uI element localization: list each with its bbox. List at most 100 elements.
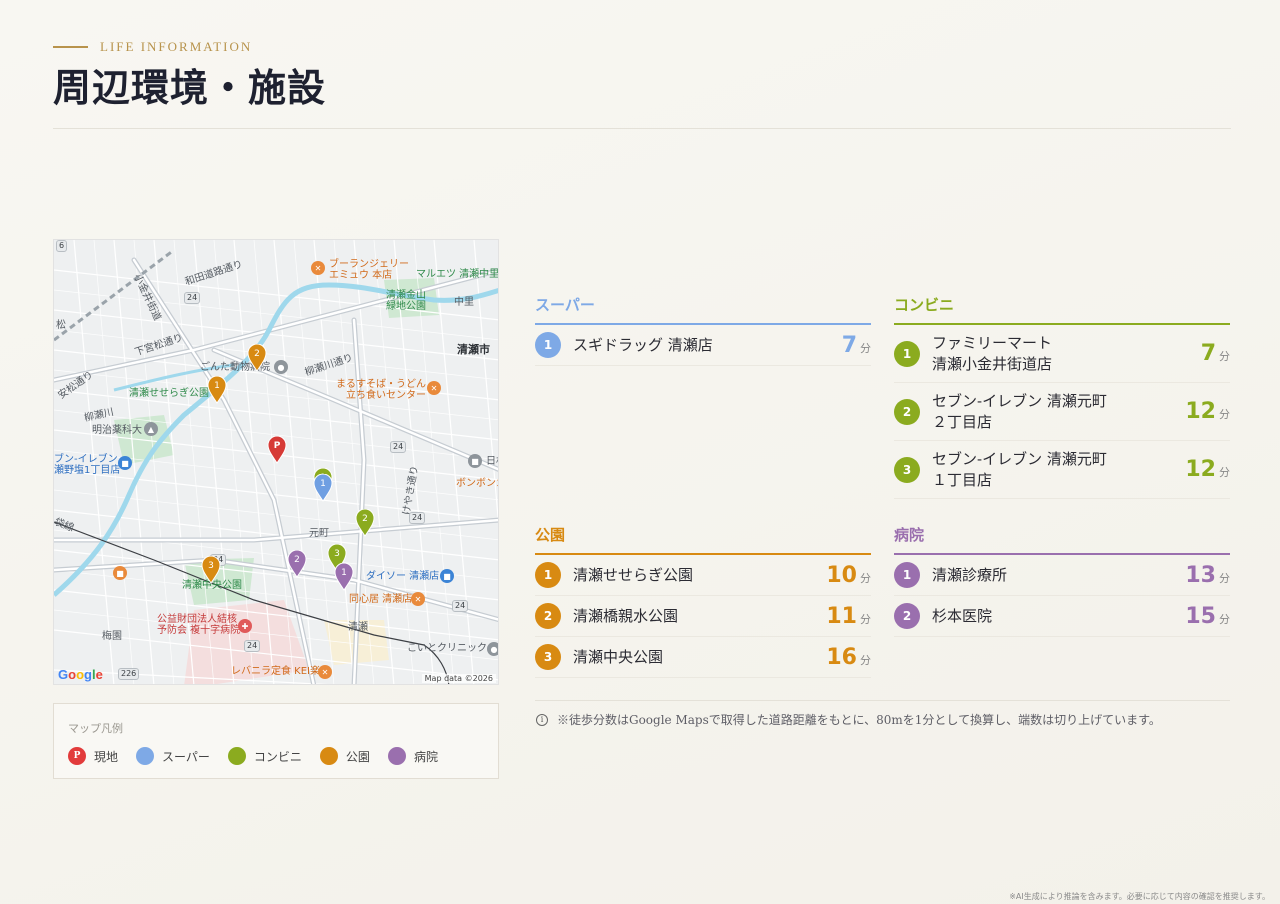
map-label-bakery: ブーランジェリー xyxy=(329,259,409,270)
area-map[interactable]: ブーランジェリー エミュウ 本店 マルエツ 清瀬中里店 清瀬金山 緑地公園 和田… xyxy=(53,239,499,685)
distance-note: i ※徒歩分数はGoogle Mapsで取得した道路距離をもとに、80mを1分と… xyxy=(536,711,1161,728)
walk-minutes-unit: 分 xyxy=(1219,612,1230,626)
restaurant-icon: ✕ xyxy=(318,665,332,679)
category-title: スーパー xyxy=(535,294,871,325)
park-pin-2[interactable]: 2 xyxy=(247,344,267,372)
walk-minutes-unit: 分 xyxy=(860,571,871,585)
walk-minutes-unit: 分 xyxy=(860,612,871,626)
route-badge: 24 xyxy=(409,512,426,524)
svg-text:2: 2 xyxy=(362,514,368,524)
walk-minutes-value: 7 xyxy=(1200,341,1216,366)
walk-minutes-value: 16 xyxy=(826,644,857,670)
svg-text:1: 1 xyxy=(341,568,347,578)
map-label-fukujuji-2: 予防会 複十字病院 xyxy=(157,625,241,636)
svg-text:3: 3 xyxy=(334,549,340,559)
walk-minutes-value: 12 xyxy=(1185,457,1216,482)
category-title: 病院 xyxy=(894,524,1230,555)
walk-minutes: 16 分 xyxy=(826,645,871,670)
facility-number-badge: 1 xyxy=(535,332,561,358)
map-label-bonbon: ボンボンカ xyxy=(456,478,498,489)
legend-items: P 現地 スーパー コンビニ 公園 病院 xyxy=(68,747,438,765)
map-label-seven-nozio: ブン-イレブン xyxy=(54,454,118,465)
legend-item-conbini: コンビニ xyxy=(227,747,302,765)
walk-minutes: 15 分 xyxy=(1185,604,1230,629)
park-pin-3[interactable]: 3 xyxy=(201,556,221,584)
walk-minutes: 12 分 xyxy=(1185,457,1230,482)
legend-park-dot xyxy=(319,747,338,765)
map-label-fukujuji: 公益財団法人結核 xyxy=(157,614,237,625)
map-label-soba: まるすそば・うどん xyxy=(336,379,426,390)
legend-item-current: P 現地 xyxy=(68,747,118,765)
route-badge: 24 xyxy=(452,600,469,612)
super-pin-1[interactable]: 1 xyxy=(313,474,333,502)
header-divider xyxy=(53,128,1231,129)
facility-item[interactable]: 1 スギドラッグ 清瀬店 7 分 xyxy=(535,325,871,366)
facility-number-badge: 1 xyxy=(535,562,561,588)
category-hospital: 病院 1 清瀬診療所 13 分 2 杉本医院 15 分 xyxy=(894,524,1230,637)
eyebrow: LIFE INFORMATION xyxy=(53,38,1231,56)
legend-item-park: 公園 xyxy=(319,747,370,765)
map-attribution[interactable]: Map data ©2026 xyxy=(421,674,496,683)
map-label-rebanira: レバニラ定食 KEI楽 xyxy=(231,666,321,677)
store-icon: ■ xyxy=(118,456,132,470)
page-title: 周辺環境・施設 xyxy=(53,65,327,110)
facility-name: 清瀬せせらぎ公園 xyxy=(573,565,694,584)
building-icon: ■ xyxy=(468,454,482,468)
map-label-nakazato: 中里 xyxy=(454,297,474,308)
facility-item[interactable]: 1 ファミリーマート 清瀬小金井街道店 7 分 xyxy=(894,325,1230,383)
legend-hospital-dot xyxy=(387,747,406,765)
facility-name: セブン-イレブン 清瀬元町 １丁目店 xyxy=(932,449,1107,489)
map-label-seven-nozio-2: 瀬野塩1丁目店 xyxy=(54,465,121,476)
facility-item[interactable]: 3 清瀬中央公園 16 分 xyxy=(535,637,871,678)
walk-minutes: 7分 xyxy=(1201,341,1230,366)
walk-minutes-value: 13 xyxy=(1185,562,1216,588)
route-badge: 226 xyxy=(118,668,140,680)
facility-item[interactable]: 3 セブン-イレブン 清瀬元町 １丁目店 12 分 xyxy=(894,441,1230,499)
legend-label: 現地 xyxy=(94,749,119,764)
facility-item[interactable]: 1 清瀬診療所 13 分 xyxy=(894,555,1230,596)
restaurant-icon: ✕ xyxy=(411,592,425,606)
vet-icon: ● xyxy=(274,360,288,374)
legend-label: 公園 xyxy=(345,749,370,764)
svg-text:1: 1 xyxy=(214,381,220,391)
category-park: 公園 1 清瀬せせらぎ公園 10 分 2 清瀬橋親水公園 11 分 3 清瀬中央公園 16 分 xyxy=(535,524,871,678)
map-label-kiyose-station: 清瀬 xyxy=(348,622,368,633)
category-title: コンビニ xyxy=(894,294,1230,325)
walk-minutes-value: 10 xyxy=(826,562,857,588)
map-label-kanayama: 清瀬金山 xyxy=(386,290,426,301)
info-icon: i xyxy=(536,713,548,726)
facility-number-badge: 2 xyxy=(535,603,561,629)
facility-name: セブン-イレブン 清瀬元町 ２丁目店 xyxy=(932,391,1107,431)
google-logo: Google xyxy=(58,667,103,682)
hospital-pin-1[interactable]: 1 xyxy=(334,563,354,591)
category-title: 公園 xyxy=(535,524,871,555)
cafe-icon: ■ xyxy=(113,566,127,580)
park-pin-1[interactable]: 1 xyxy=(207,376,227,404)
map-label-maruetsu: マルエツ 清瀬中里店 xyxy=(416,269,499,280)
facility-item[interactable]: 2 セブン-イレブン 清瀬元町 ２丁目店 12 分 xyxy=(894,383,1230,441)
ai-footnote: ※AI生成により推論を含みます。必要に応じて内容の確認を推奨します。 xyxy=(1009,892,1270,901)
route-badge: 24 xyxy=(390,441,407,453)
legend-item-hospital: 病院 xyxy=(387,747,438,765)
map-label-bakery-2: エミュウ 本店 xyxy=(329,270,393,281)
conbini-pin-2[interactable]: 2 xyxy=(355,509,375,537)
facility-item[interactable]: 1 清瀬せせらぎ公園 10 分 xyxy=(535,555,871,596)
page-header: LIFE INFORMATION 周辺環境・施設 xyxy=(53,38,1231,129)
facility-number-badge: 3 xyxy=(894,456,920,483)
walk-minutes-unit: 分 xyxy=(1219,571,1230,585)
eyebrow-text: LIFE INFORMATION xyxy=(100,39,253,54)
facility-name: 清瀬診療所 xyxy=(932,565,1008,584)
facility-number-badge: 1 xyxy=(894,340,920,367)
walk-minutes-unit: 分 xyxy=(1219,350,1230,363)
facility-item[interactable]: 2 清瀬橋親水公園 11 分 xyxy=(535,596,871,637)
facility-name: 清瀬中央公園 xyxy=(573,647,664,666)
walk-minutes-value: 11 xyxy=(826,603,857,629)
facility-item[interactable]: 2 杉本医院 15 分 xyxy=(894,596,1230,637)
shopping-icon: ■ xyxy=(440,569,454,583)
map-label-meiji-pharm: 明治薬科大 xyxy=(92,425,142,436)
current-location-pin[interactable]: P xyxy=(267,436,287,464)
route-badge: 6 xyxy=(56,240,68,252)
facility-number-badge: 2 xyxy=(894,603,920,629)
hospital-pin-2[interactable]: 2 xyxy=(287,550,307,578)
map-label-doshinkyo: 同心居 清瀬店 xyxy=(349,594,413,605)
